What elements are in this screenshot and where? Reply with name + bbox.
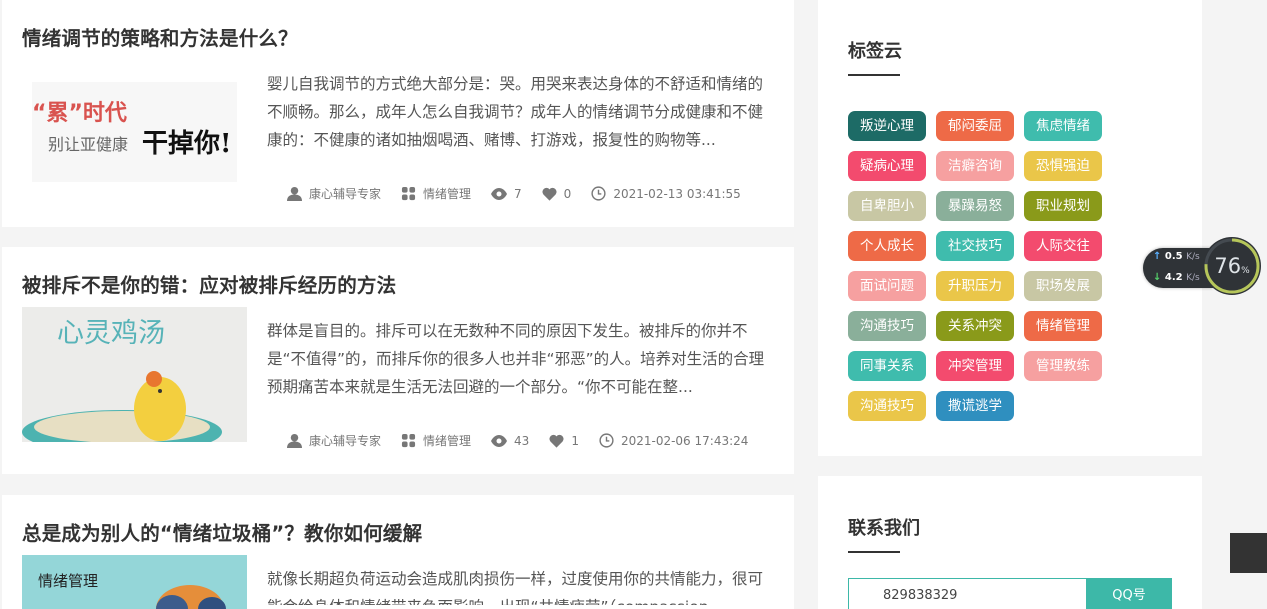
tag-item[interactable]: 社交技巧 bbox=[936, 231, 1014, 261]
article-excerpt: 婴儿自我调节的方式绝大部分是：哭。用哭来表达身体的不舒适和情绪的不顺畅。那么，成… bbox=[267, 75, 764, 149]
thumb-text-line3: 干掉你! bbox=[142, 129, 231, 159]
article-thumbnail[interactable]: “累”时代 别让亚健康 干掉你! bbox=[22, 60, 247, 195]
user-icon bbox=[287, 433, 302, 448]
widget-title: 联系我们 bbox=[848, 518, 920, 539]
article-meta: 康心辅导专家 情绪管理 7 0 2021-02-13 03:41:55 bbox=[287, 185, 761, 202]
category-icon bbox=[401, 186, 416, 201]
user-icon bbox=[287, 186, 302, 201]
download-arrow-icon: ↓ bbox=[1153, 272, 1162, 283]
like-count: 1 bbox=[571, 433, 579, 448]
cpu-percent: 76% bbox=[1214, 254, 1250, 278]
tag-item[interactable]: 面试问题 bbox=[848, 271, 926, 301]
tag-item[interactable]: 叛逆心理 bbox=[848, 111, 926, 141]
upload-unit: K/s bbox=[1186, 252, 1200, 262]
views-meta: 7 bbox=[491, 187, 522, 201]
tag-item[interactable]: 恐惧强迫 bbox=[1024, 151, 1102, 181]
post-date: 2021-02-06 17:43:24 bbox=[620, 433, 749, 448]
article-thumbnail[interactable]: 心灵鸡汤 bbox=[22, 307, 247, 442]
tag-item[interactable]: 职场发展 bbox=[1024, 271, 1102, 301]
tag-item[interactable]: 沟通技巧 bbox=[848, 311, 926, 341]
tag-item[interactable]: 管理教练 bbox=[1024, 351, 1102, 381]
tag-item[interactable]: 自卑胆小 bbox=[848, 191, 926, 221]
post-date: 2021-02-13 03:41:55 bbox=[613, 186, 741, 201]
tag-item[interactable]: 职业规划 bbox=[1024, 191, 1102, 221]
download-unit: K/s bbox=[1186, 273, 1200, 283]
category-meta[interactable]: 情绪管理 bbox=[401, 185, 471, 202]
tag-item[interactable]: 升职压力 bbox=[936, 271, 1014, 301]
tag-cloud-widget: 标签云 叛逆心理 郁闷委屈 焦虑情绪疑病心理 洁癖咨询 恐惧强迫自卑胆小 暴躁易怒 职业规划… bbox=[818, 0, 1202, 456]
back-to-top-button[interactable] bbox=[1230, 533, 1267, 573]
tag-item[interactable]: 焦虑情绪 bbox=[1024, 111, 1102, 141]
author-name: 康心辅导专家 bbox=[309, 187, 382, 201]
category-meta[interactable]: 情绪管理 bbox=[401, 432, 471, 449]
qq-number-field[interactable]: 829838329 bbox=[848, 578, 1086, 609]
download-speed-row: ↓ 4.2 K/s bbox=[1153, 272, 1200, 283]
author-name: 康心辅导专家 bbox=[309, 434, 382, 448]
tag-item[interactable]: 个人成长 bbox=[848, 231, 926, 261]
likes-meta[interactable]: 1 bbox=[549, 434, 579, 448]
cpu-gauge[interactable]: 76% bbox=[1202, 236, 1262, 296]
upload-arrow-icon: ↑ bbox=[1153, 251, 1162, 262]
tag-item[interactable]: 暴躁易怒 bbox=[936, 191, 1014, 221]
tag-item[interactable]: 人际交往 bbox=[1024, 231, 1102, 261]
article-card: 被排斥不是你的错：应对被排斥经历的方法 心灵鸡汤 群体是盲目的。排斥可以在无数种… bbox=[2, 247, 794, 474]
article-title[interactable]: 被排斥不是你的错：应对被排斥经历的方法 bbox=[22, 269, 396, 298]
tag-item[interactable]: 郁闷委屈 bbox=[936, 111, 1014, 141]
contact-widget: 联系我们 829838329 QQ号 bbox=[818, 476, 1202, 609]
tag-item[interactable]: 沟通技巧 bbox=[848, 391, 926, 421]
view-count: 7 bbox=[514, 186, 522, 201]
article-excerpt: 就像长期超负荷运动会造成肌肉损伤一样，过度使用你的共情能力，很可能会给身体和情绪… bbox=[267, 570, 764, 605]
date-meta: 2021-02-06 17:43:24 bbox=[599, 433, 748, 448]
view-count: 43 bbox=[514, 433, 530, 448]
upload-speed-row: ↑ 0.5 K/s bbox=[1153, 251, 1200, 262]
thumb-text-line1: “累”时代 bbox=[32, 101, 127, 126]
category-name: 情绪管理 bbox=[423, 187, 472, 201]
category-name: 情绪管理 bbox=[423, 434, 472, 448]
widget-title: 标签云 bbox=[848, 41, 902, 62]
clock-icon bbox=[591, 186, 606, 201]
thumb-text-line1: 情绪管理 bbox=[38, 572, 98, 590]
date-meta: 2021-02-13 03:41:55 bbox=[591, 186, 741, 201]
article-excerpt: 群体是盲目的。排斥可以在无数种不同的原因下发生。被排斥的你并不是“不值得”的，而… bbox=[267, 322, 765, 396]
article-thumbnail[interactable]: 情绪管理 bbox=[22, 555, 247, 609]
upload-speed: 0.5 bbox=[1164, 251, 1183, 262]
download-speed: 4.2 bbox=[1164, 272, 1183, 283]
category-icon bbox=[401, 433, 416, 448]
tag-item[interactable]: 冲突管理 bbox=[936, 351, 1014, 381]
heart-icon bbox=[542, 187, 557, 201]
eye-icon bbox=[491, 434, 508, 447]
article-title[interactable]: 情绪调节的策略和方法是什么？ bbox=[22, 22, 298, 51]
likes-meta[interactable]: 0 bbox=[542, 186, 572, 201]
like-count: 0 bbox=[563, 186, 572, 201]
tag-item[interactable]: 疑病心理 bbox=[848, 151, 926, 181]
article-card: 情绪调节的策略和方法是什么？ “累”时代 别让亚健康 干掉你! 婴儿自我调节的方… bbox=[2, 0, 794, 227]
widget-divider bbox=[848, 74, 900, 76]
tag-item[interactable]: 撒谎逃学 bbox=[936, 391, 1014, 421]
article-meta: 康心辅导专家 情绪管理 43 1 2021-02-06 17:43:24 bbox=[287, 432, 768, 449]
eye-icon bbox=[491, 187, 508, 200]
author-meta[interactable]: 康心辅导专家 bbox=[287, 185, 381, 202]
tag-item[interactable]: 关系冲突 bbox=[936, 311, 1014, 341]
views-meta: 43 bbox=[491, 434, 529, 448]
thumb-text-line1: 心灵鸡汤 bbox=[57, 318, 165, 349]
widget-divider bbox=[848, 551, 900, 553]
author-meta[interactable]: 康心辅导专家 bbox=[287, 432, 381, 449]
tag-item[interactable]: 情绪管理 bbox=[1024, 311, 1102, 341]
tag-item[interactable]: 洁癖咨询 bbox=[936, 151, 1014, 181]
qq-button[interactable]: QQ号 bbox=[1086, 578, 1172, 609]
tag-item[interactable]: 同事关系 bbox=[848, 351, 926, 381]
heart-icon bbox=[549, 434, 564, 448]
article-title[interactable]: 总是成为别人的“情绪垃圾桶”？教你如何缓解 bbox=[22, 517, 422, 546]
clock-icon bbox=[599, 433, 614, 448]
thumb-text-line2: 别让亚健康 bbox=[48, 135, 128, 154]
article-card: 总是成为别人的“情绪垃圾桶”？教你如何缓解 情绪管理 就像长期超负荷运动会造成肌… bbox=[2, 495, 794, 609]
